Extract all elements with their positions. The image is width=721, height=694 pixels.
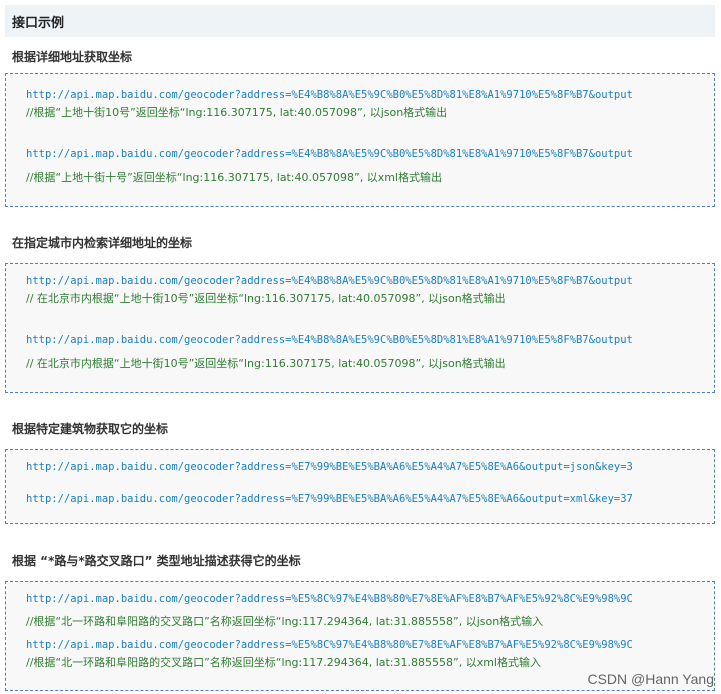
code-line-comment: //根据“北一环路和阜阳路的交叉路口”名称返回坐标“lng:117.294364…: [26, 656, 541, 669]
section-header-title: 接口示例: [12, 15, 65, 31]
code-line-url[interactable]: http://api.map.baidu.com/geocoder?addres…: [26, 333, 633, 347]
code-line-url[interactable]: http://api.map.baidu.com/geocoder?addres…: [26, 460, 633, 474]
code-line-url[interactable]: http://api.map.baidu.com/geocoder?addres…: [26, 147, 633, 161]
code-line-comment: // 在北京市内根据“上地十街10号”返回坐标“lng:116.307175, …: [26, 292, 506, 305]
example-title-address: 根据详细地址获取坐标: [12, 50, 133, 64]
example-title-city: 在指定城市内检索详细地址的坐标: [12, 236, 193, 250]
code-block-city: http://api.map.baidu.com/geocoder?addres…: [5, 263, 715, 393]
example-title-building: 根据特定建筑物获取它的坐标: [12, 422, 169, 436]
code-line-url[interactable]: http://api.map.baidu.com/geocoder?addres…: [26, 592, 633, 606]
section-header: 接口示例: [5, 5, 715, 37]
code-line-comment: // 在北京市内根据“上地十街10号”返回坐标“lng:116.307175, …: [26, 357, 506, 370]
code-block-address: http://api.map.baidu.com/geocoder?addres…: [5, 73, 715, 207]
code-block-building: http://api.map.baidu.com/geocoder?addres…: [5, 449, 715, 524]
code-line-url[interactable]: http://api.map.baidu.com/geocoder?addres…: [26, 638, 633, 652]
example-title-intersection: 根据 “*路与*路交叉路口” 类型地址描述获得它的坐标: [12, 554, 301, 568]
code-line-comment: //根据“上地十街10号”返回坐标“lng:116.307175, lat:40…: [26, 106, 448, 119]
code-line-url[interactable]: http://api.map.baidu.com/geocoder?addres…: [26, 88, 633, 102]
code-line-comment: //根据“北一环路和阜阳路的交叉路口”名称返回坐标“lng:117.294364…: [26, 615, 544, 628]
code-line-comment: //根据“上地十街十号”返回坐标“lng:116.307175, lat:40.…: [26, 171, 442, 184]
code-line-url[interactable]: http://api.map.baidu.com/geocoder?addres…: [26, 492, 633, 506]
csdn-watermark: CSDN @Hann Yang: [587, 671, 714, 687]
code-line-url[interactable]: http://api.map.baidu.com/geocoder?addres…: [26, 274, 633, 288]
